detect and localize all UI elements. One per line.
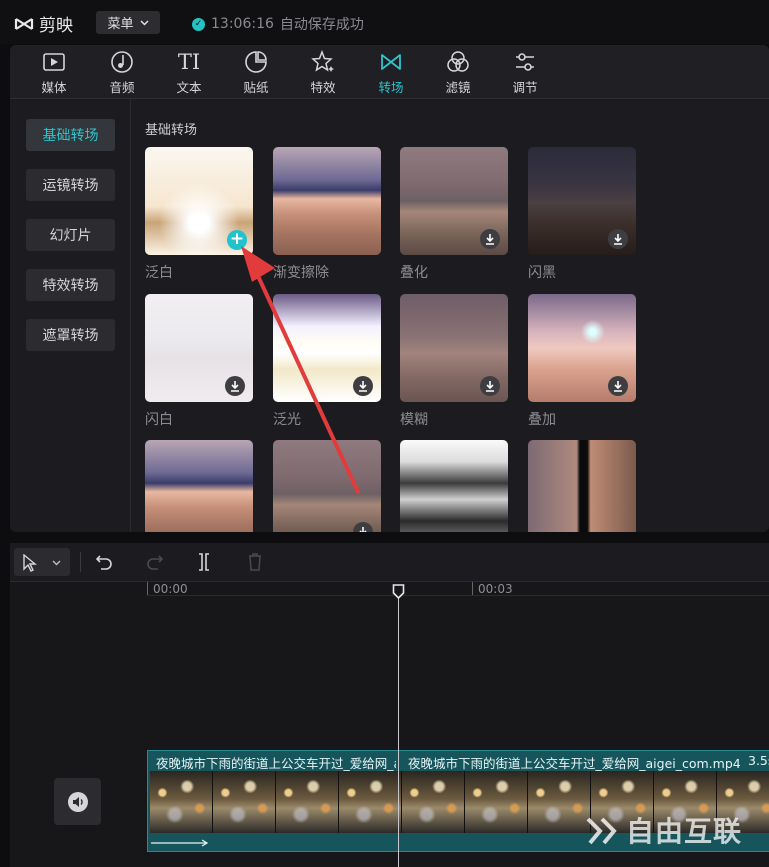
watermark: 自由互联	[586, 810, 742, 850]
watermark-text: 自由互联	[626, 815, 743, 848]
clip-frame	[213, 771, 276, 833]
watermark-logo-icon	[586, 817, 617, 845]
timeline-toolbar	[10, 543, 769, 582]
playhead-line	[398, 591, 399, 867]
ruler-label: 00:03	[478, 582, 513, 596]
clip-frame	[402, 771, 465, 833]
cursor-icon	[23, 554, 37, 572]
split-icon[interactable]	[196, 552, 212, 572]
toolbar-divider	[80, 552, 81, 572]
speaker-icon	[67, 791, 88, 812]
clip-name-left: 夜晚城市下雨的街道上公交车开过_爱给网_ai	[156, 756, 396, 771]
redo-icon[interactable]	[146, 553, 164, 571]
ruler-label: 00:00	[153, 582, 188, 596]
select-tool-button[interactable]	[14, 548, 70, 576]
clip-frame	[339, 771, 402, 833]
clip-duration: 3.5s	[748, 753, 769, 768]
clip-frame	[150, 771, 213, 833]
playhead-handle[interactable]	[392, 584, 405, 599]
clip-frame	[528, 771, 591, 833]
ruler-tick	[147, 582, 148, 595]
clip-frame	[276, 771, 339, 833]
clip-name-right: 夜晚城市下雨的街道上公交车开过_爱给网_aigei_com.mp4	[408, 756, 741, 771]
ruler-baseline	[147, 595, 769, 596]
track-mute-button[interactable]	[54, 778, 101, 825]
speed-arrow-icon	[151, 839, 209, 847]
delete-icon[interactable]	[247, 552, 263, 572]
undo-icon[interactable]	[95, 553, 113, 571]
chevron-down-icon	[52, 560, 61, 566]
clip-frame	[465, 771, 528, 833]
ruler-tick	[472, 582, 473, 595]
